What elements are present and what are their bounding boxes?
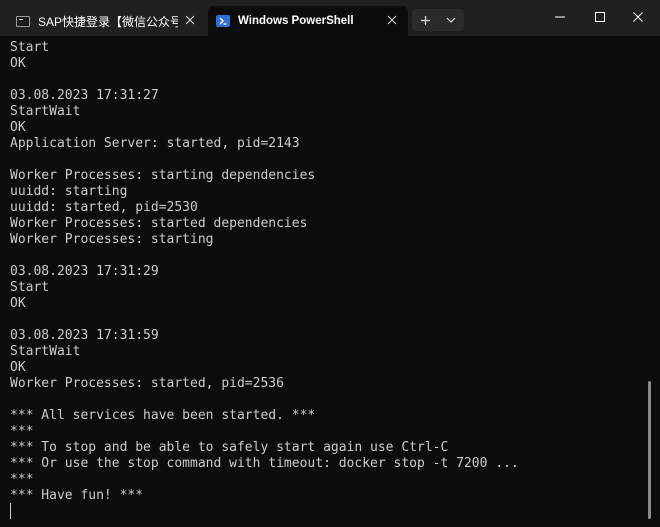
terminal-line: uuidd: starting [10,184,128,199]
plus-icon [420,15,430,25]
new-tab-controls [412,9,464,31]
terminal-lines: Start OK 03.08.2023 17:31:27 StartWait OK App… [10,40,640,504]
title-bar: SAP快捷登录【微信公众号:ABA Windows PowerShell [0,0,660,36]
terminal-line: *** All services have been started. *** [10,408,316,423]
terminal-line: Worker Processes: starting dependencies [10,168,316,183]
terminal-line: *** Have fun! *** [10,488,144,503]
terminal-line: 03.08.2023 17:31:59 [10,328,159,343]
terminal-line: 03.08.2023 17:31:29 [10,264,159,279]
terminal-line: Worker Processes: started dependencies [10,216,308,231]
chevron-down-icon [446,17,456,23]
new-tab-button[interactable] [412,9,438,31]
close-window-button[interactable] [618,0,658,34]
terminal-line: Worker Processes: starting [10,232,214,247]
tab-title: SAP快捷登录【微信公众号:ABA [38,14,178,29]
terminal-line: Start [10,280,50,295]
terminal-line: OK [10,360,26,375]
terminal-line: *** To stop and be able to safely start … [10,440,449,455]
tab-dropdown-button[interactable] [438,9,464,31]
terminal-icon [16,15,30,27]
terminal-line: uuidd: started, pid=2530 [10,200,198,215]
terminal-line: Start [10,40,50,55]
powershell-icon [216,15,230,27]
terminal-line: OK [10,56,26,71]
terminal-line: OK [10,120,26,135]
terminal-line: *** [10,424,34,439]
text-cursor [10,503,11,519]
tab-windows-powershell[interactable]: Windows PowerShell [208,6,408,36]
close-tab-icon[interactable] [386,14,398,26]
terminal-line: Worker Processes: started, pid=2536 [10,376,284,391]
close-tab-icon[interactable] [184,14,196,26]
terminal-window: SAP快捷登录【微信公众号:ABA Windows PowerShell [0,0,660,527]
terminal-line: StartWait [10,104,81,119]
tab-title: Windows PowerShell [238,15,354,27]
terminal-line: 03.08.2023 17:31:27 [10,88,159,103]
scrollbar[interactable] [648,381,651,519]
minimize-button[interactable] [540,0,580,34]
maximize-button[interactable] [580,0,620,34]
tab-sap-login[interactable]: SAP快捷登录【微信公众号:ABA [8,6,206,36]
terminal-line: *** Or use the stop command with timeout… [10,456,519,471]
terminal-line: Application Server: started, pid=2143 [10,136,300,151]
close-icon [633,12,643,22]
terminal-line: *** [10,472,34,487]
terminal-line: OK [10,296,26,311]
terminal-line: StartWait [10,344,81,359]
maximize-icon [595,12,605,22]
minimize-icon [555,16,565,18]
terminal-output[interactable]: Start OK 03.08.2023 17:31:27 StartWait OK App… [0,36,660,527]
